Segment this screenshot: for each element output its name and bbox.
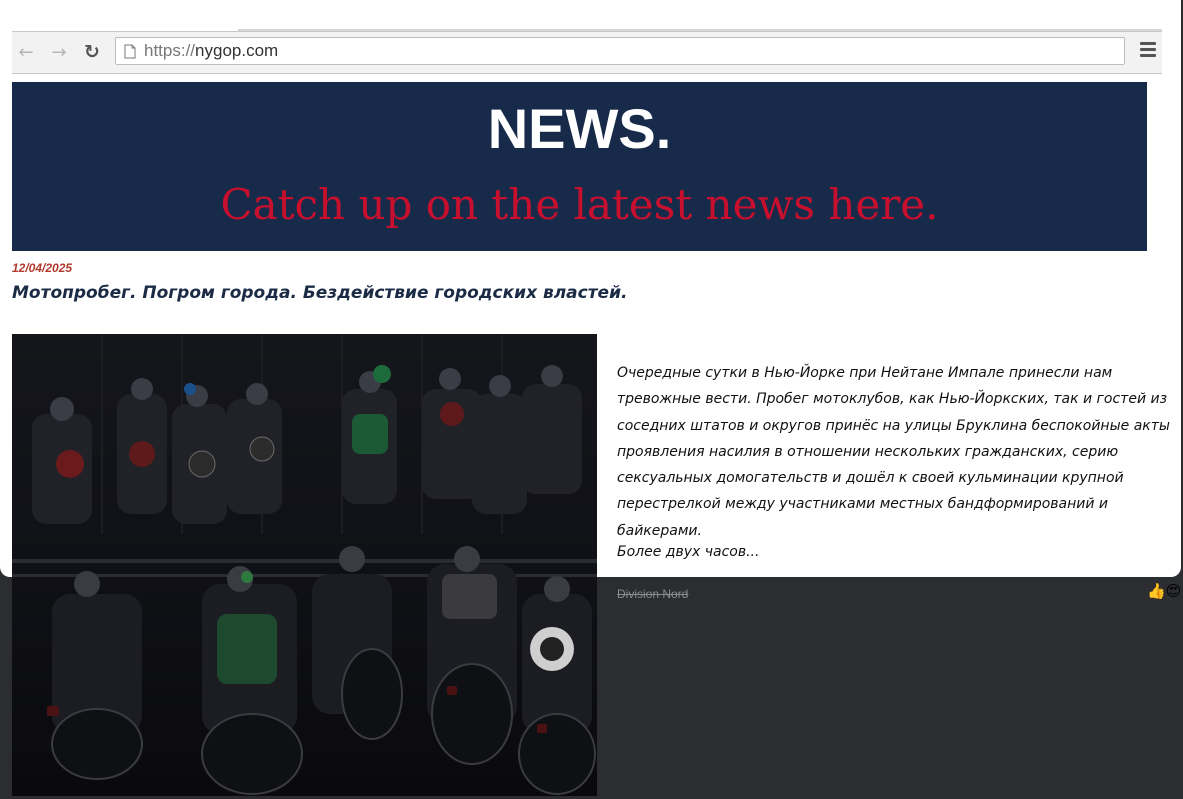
article-body-text: Очередные сутки в Нью-Йорке при Нейтане … bbox=[617, 365, 1170, 539]
banner-subtitle: Catch up on the latest news here. bbox=[220, 180, 939, 229]
browser-toolbar: ← → ↻ https://nygop.com bbox=[12, 29, 1162, 74]
page-icon bbox=[124, 44, 136, 58]
forward-arrow-icon[interactable]: → bbox=[47, 40, 71, 64]
banner-title: NEWS. bbox=[487, 97, 672, 160]
bikers-photo bbox=[12, 334, 597, 796]
article-date: 12/04/2025 bbox=[12, 261, 73, 275]
tab-strip-edge bbox=[238, 29, 1162, 31]
reload-icon[interactable]: ↻ bbox=[80, 40, 104, 64]
url-text: https://nygop.com bbox=[144, 41, 278, 61]
reactions[interactable]: 👍😍 bbox=[1147, 582, 1181, 600]
menu-icon[interactable] bbox=[1140, 42, 1156, 60]
url-host: nygop.com bbox=[195, 41, 279, 60]
back-arrow-icon[interactable]: ← bbox=[14, 40, 38, 64]
url-scheme: https:// bbox=[144, 41, 196, 60]
article-headline: Мотопробег. Погром города. Бездействие г… bbox=[12, 283, 628, 303]
message-author[interactable]: Division Nord bbox=[617, 587, 688, 601]
article-photo bbox=[12, 334, 597, 796]
article-more: Более двух часов... bbox=[617, 544, 760, 560]
address-bar[interactable]: https://nygop.com bbox=[115, 37, 1125, 65]
news-banner: NEWS. Catch up on the latest news here. bbox=[12, 82, 1147, 251]
article-body: Очередные сутки в Нью-Йорке при Нейтане … bbox=[617, 360, 1173, 544]
